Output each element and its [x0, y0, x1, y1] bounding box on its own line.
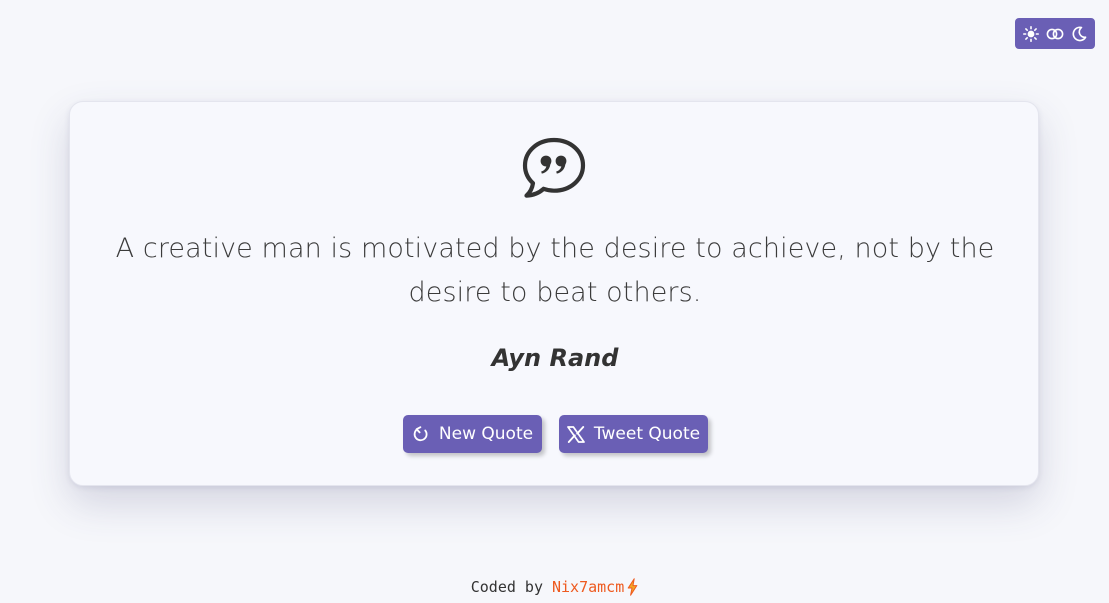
tweet-quote-label: Tweet Quote [593, 424, 701, 444]
quote-bubble-icon [521, 137, 587, 199]
author-link[interactable]: Nix7amcm [552, 578, 624, 596]
contrast-toggle-icon[interactable] [1046, 25, 1064, 43]
sun-icon[interactable] [1022, 25, 1040, 43]
quote-author: Ayn Rand [491, 344, 619, 372]
moon-icon[interactable] [1070, 25, 1088, 43]
refresh-icon [412, 425, 430, 443]
new-quote-label: New Quote [438, 424, 534, 444]
quote-card: A creative man is motivated by the desir… [69, 101, 1039, 486]
lightning-bolt-icon [627, 578, 638, 596]
tweet-quote-button[interactable]: Tweet Quote [559, 415, 708, 453]
new-quote-button[interactable]: New Quote [403, 415, 542, 453]
x-logo-icon [567, 425, 585, 443]
theme-toggle[interactable] [1015, 18, 1095, 49]
footer-credit: Coded by Nix7amcm [0, 578, 1109, 596]
quote-text: A creative man is motivated by the desir… [115, 233, 995, 308]
footer-prefix: Coded by [470, 578, 543, 596]
page: A creative man is motivated by the desir… [0, 0, 1109, 603]
